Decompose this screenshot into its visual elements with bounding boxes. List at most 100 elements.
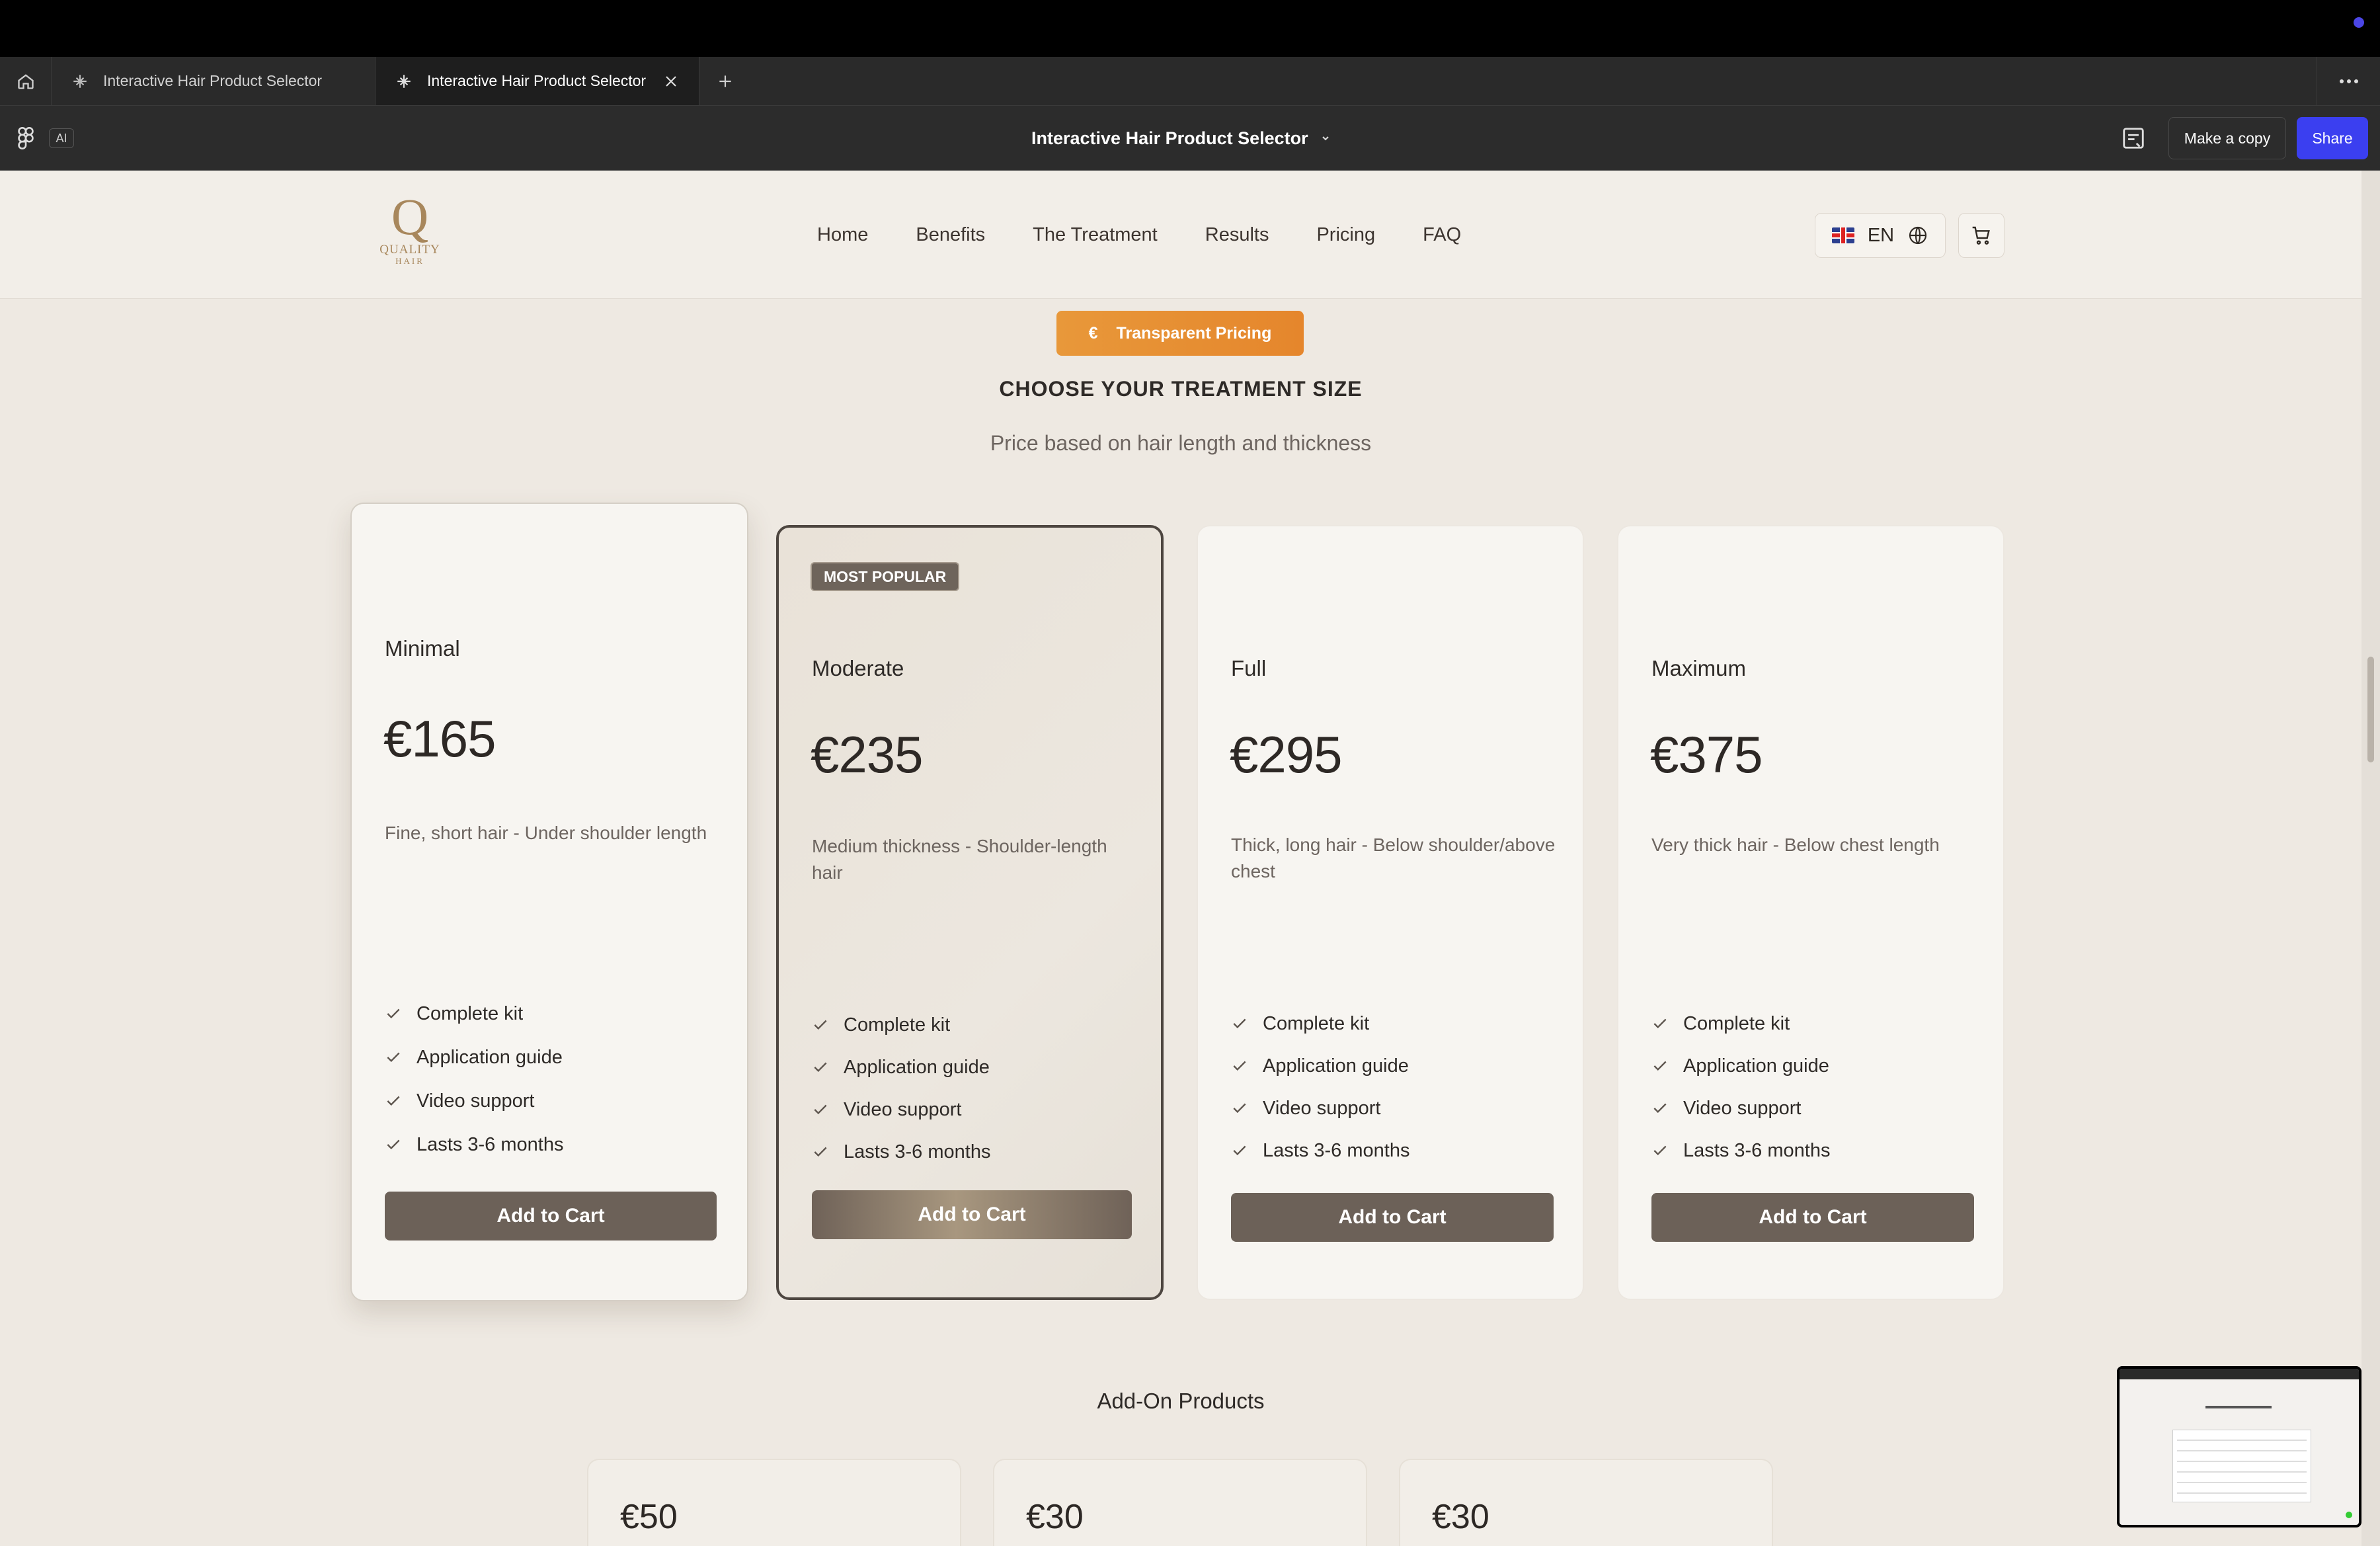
check-icon	[814, 1104, 827, 1115]
feature-label: Lasts 3-6 months	[416, 1133, 564, 1155]
new-tab-button[interactable]	[699, 57, 751, 105]
make-a-copy-button[interactable]: Make a copy	[2168, 117, 2286, 159]
check-icon	[387, 1096, 400, 1106]
more-menu-button[interactable]	[2317, 57, 2380, 106]
feature-label: Lasts 3-6 months	[844, 1141, 991, 1162]
check-icon	[1653, 1061, 1667, 1071]
minimap-preview[interactable]	[2117, 1366, 2361, 1527]
more-icon	[2339, 79, 2358, 83]
nav-the-treatment[interactable]: The Treatment	[1033, 224, 1158, 246]
addon-price: €30	[1432, 1498, 1489, 1536]
check-icon	[814, 1147, 827, 1157]
feature-label: Video support	[1263, 1097, 1381, 1119]
feature-item: Complete kit	[812, 1004, 990, 1046]
check-icon	[387, 1139, 400, 1150]
feature-item: Application guide	[812, 1046, 990, 1088]
feature-list: Complete kit Application guide Video sup…	[812, 1004, 990, 1173]
check-icon	[1653, 1145, 1667, 1156]
euro-icon: €	[1088, 323, 1098, 343]
ai-button[interactable]: AI	[49, 128, 74, 148]
feature-label: Complete kit	[1263, 1012, 1370, 1034]
pricing-card-full[interactable]: Full €295 Thick, long hair - Below shoul…	[1197, 525, 1584, 1300]
card-name: Moderate	[812, 656, 904, 680]
share-button[interactable]: Share	[2297, 117, 2368, 159]
most-popular-badge: MOST POPULAR	[811, 562, 960, 591]
feature-label: Application guide	[416, 1046, 563, 1068]
tab-file-2[interactable]: Interactive Hair Product Selector	[376, 57, 699, 105]
feature-label: Video support	[1683, 1097, 1802, 1119]
minimap-title-line	[2205, 1406, 2272, 1408]
tab-label: Interactive Hair Product Selector	[103, 72, 323, 89]
feature-item: Lasts 3-6 months	[385, 1123, 563, 1166]
minimap-row	[2177, 1440, 2307, 1441]
feature-label: Application guide	[1683, 1055, 1829, 1077]
close-icon[interactable]	[663, 73, 679, 89]
scrollbar-thumb[interactable]	[2367, 657, 2374, 762]
minimap-row	[2177, 1461, 2307, 1462]
feature-label: Video support	[844, 1098, 962, 1120]
section-subtitle: Price based on hair length and thickness	[990, 431, 1372, 455]
shopping-cart-icon	[1972, 226, 1990, 245]
card-price: €375	[1650, 725, 1763, 784]
figma-logo-icon	[18, 127, 34, 149]
tab-file-1[interactable]: Interactive Hair Product Selector	[52, 57, 376, 105]
feature-list: Complete kit Application guide Video sup…	[1651, 1002, 1830, 1172]
pricing-card-minimal[interactable]: Minimal €165 Fine, short hair - Under sh…	[350, 503, 748, 1301]
feature-label: Complete kit	[416, 1002, 524, 1024]
feature-item: Lasts 3-6 months	[812, 1131, 990, 1173]
language-selector[interactable]: EN	[1815, 213, 1946, 258]
card-price: €235	[811, 725, 924, 784]
card-name: Minimal	[385, 636, 460, 661]
main-menu-button[interactable]	[17, 127, 34, 153]
feature-label: Complete kit	[1683, 1012, 1790, 1034]
addon-card[interactable]: €30	[993, 1459, 1367, 1546]
minimap-row	[2177, 1471, 2307, 1473]
feature-item: Video support	[385, 1079, 563, 1123]
feature-item: Lasts 3-6 months	[1231, 1129, 1409, 1172]
vertical-scrollbar[interactable]	[2361, 171, 2380, 1546]
feature-item: Lasts 3-6 months	[1651, 1129, 1830, 1172]
feature-item: Application guide	[385, 1036, 563, 1079]
check-icon	[387, 1008, 400, 1019]
card-price: €295	[1230, 725, 1343, 784]
card-name: Full	[1231, 656, 1267, 680]
nav-benefits[interactable]: Benefits	[916, 224, 985, 246]
add-to-cart-button[interactable]: Add to Cart	[812, 1190, 1132, 1239]
minimap-row	[2177, 1482, 2307, 1483]
check-icon	[1653, 1103, 1667, 1114]
feature-item: Complete kit	[385, 992, 563, 1036]
figma-file-icon	[73, 74, 87, 88]
file-title-dropdown[interactable]: Interactive Hair Product Selector	[1031, 106, 1331, 171]
present-icon	[2123, 128, 2144, 149]
page-viewport[interactable]: Q QUALITY HAIR Home Benefits The Treatme…	[0, 171, 2361, 1546]
check-icon	[387, 1052, 400, 1063]
nav-home[interactable]: Home	[817, 224, 868, 246]
main-nav: Home Benefits The Treatment Results Pric…	[817, 171, 1461, 299]
feature-label: Application guide	[844, 1056, 990, 1078]
transparent-pricing-pill: € Transparent Pricing	[1056, 311, 1304, 356]
nav-results[interactable]: Results	[1205, 224, 1269, 246]
addon-card[interactable]: €30	[1399, 1459, 1773, 1546]
feature-item: Video support	[1651, 1087, 1830, 1129]
check-icon	[1653, 1018, 1667, 1029]
feature-item: Application guide	[1651, 1045, 1830, 1087]
add-to-cart-button[interactable]: Add to Cart	[385, 1192, 717, 1241]
minimap-table	[2172, 1430, 2311, 1502]
home-button[interactable]	[0, 57, 52, 105]
pricing-card-moderate[interactable]: MOST POPULAR Moderate €235 Medium thickn…	[776, 525, 1164, 1300]
cart-button[interactable]	[1958, 213, 2004, 258]
pricing-card-maximum[interactable]: Maximum €375 Very thick hair - Below che…	[1617, 525, 2004, 1300]
quality-hair-logo[interactable]: Q QUALITY HAIR	[374, 190, 446, 276]
check-icon	[1233, 1018, 1246, 1029]
logo-line-2: HAIR	[395, 256, 424, 266]
nav-pricing[interactable]: Pricing	[1316, 224, 1375, 246]
add-to-cart-button[interactable]: Add to Cart	[1651, 1193, 1974, 1242]
window-top-bar	[0, 0, 2380, 57]
present-button[interactable]	[2121, 126, 2146, 154]
check-icon	[814, 1020, 827, 1030]
logo-line-1: QUALITY	[379, 243, 440, 257]
nav-faq[interactable]: FAQ	[1423, 224, 1461, 246]
card-description: Fine, short hair - Under shoulder length	[385, 823, 707, 843]
addon-card[interactable]: €50	[587, 1459, 961, 1546]
add-to-cart-button[interactable]: Add to Cart	[1231, 1193, 1554, 1242]
